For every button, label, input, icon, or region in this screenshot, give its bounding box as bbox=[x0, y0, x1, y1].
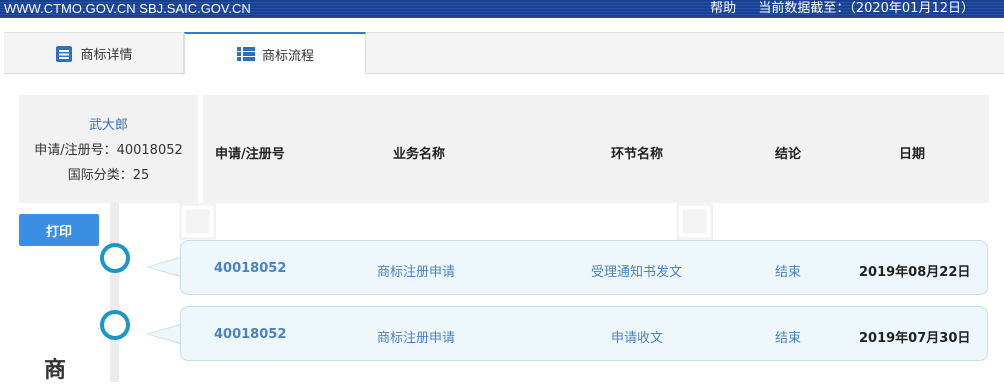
tab-label: 商标详情 bbox=[80, 48, 133, 63]
tab-trademark-process[interactable]: 商标流程 bbox=[184, 32, 366, 74]
tab-label: 商标流程 bbox=[261, 48, 314, 64]
tab-bar: 商标详情 商标流程 bbox=[4, 32, 1004, 74]
row-reg-no[interactable]: 40018052 bbox=[214, 327, 286, 342]
list-icon bbox=[236, 47, 255, 61]
timeline-node-icon bbox=[100, 243, 130, 273]
tab-trademark-details[interactable]: 商标详情 bbox=[4, 33, 184, 74]
data-date: 当前数据截至：（2020年01月12日） bbox=[758, 1, 974, 16]
timeline-node-icon bbox=[100, 310, 130, 340]
trademark-info-box: 武大郎 申请/注册号：40018052 国际分类：25 bbox=[19, 95, 198, 203]
registration-number: 申请/注册号：40018052 bbox=[34, 143, 183, 158]
row-result: 结束 bbox=[775, 265, 802, 280]
timeline-line bbox=[110, 203, 119, 382]
owner-name[interactable]: 武大郎 bbox=[19, 113, 198, 138]
row-date: 2019年07月30日 bbox=[859, 331, 971, 346]
row-business: 商标注册申请 bbox=[377, 331, 456, 346]
header-step: 环节名称 bbox=[611, 147, 664, 162]
row-step: 申请收文 bbox=[611, 331, 664, 346]
row-result: 结束 bbox=[775, 331, 802, 346]
row-business: 商标注册申请 bbox=[377, 265, 456, 280]
help-link[interactable]: 帮助 bbox=[710, 1, 736, 16]
header-business: 业务名称 bbox=[393, 147, 446, 162]
document-icon bbox=[56, 45, 73, 62]
process-row: 40018052 商标注册申请 受理通知书发文 结束 2019年08月22日 bbox=[180, 240, 988, 295]
header-result: 结论 bbox=[775, 147, 802, 162]
top-bar: WWW.CTMO.GOV.CN SBJ.SAIC.GOV.CN 帮助 当前数据截… bbox=[0, 0, 1004, 18]
stamp-character: 商 bbox=[44, 358, 67, 383]
site-url: WWW.CTMO.GOV.CN SBJ.SAIC.GOV.CN bbox=[4, 1, 251, 16]
process-table-header: 申请/注册号 业务名称 环节名称 结论 日期 bbox=[203, 95, 989, 203]
row-date: 2019年08月22日 bbox=[859, 265, 971, 280]
header-date: 日期 bbox=[899, 147, 926, 162]
process-row: 40018052 商标注册申请 申请收文 结束 2019年07月30日 bbox=[180, 306, 988, 361]
print-button[interactable]: 打印 bbox=[19, 214, 99, 246]
international-class: 国际分类：25 bbox=[67, 168, 150, 183]
top-bar-right: 帮助 当前数据截至：（2020年01月12日） bbox=[710, 0, 974, 18]
row-reg-no[interactable]: 40018052 bbox=[214, 261, 286, 276]
callout-pointer bbox=[148, 325, 181, 343]
row-step: 受理通知书发文 bbox=[591, 265, 683, 280]
callout-pointer bbox=[148, 258, 181, 276]
header-reg-no: 申请/注册号 bbox=[215, 147, 285, 162]
